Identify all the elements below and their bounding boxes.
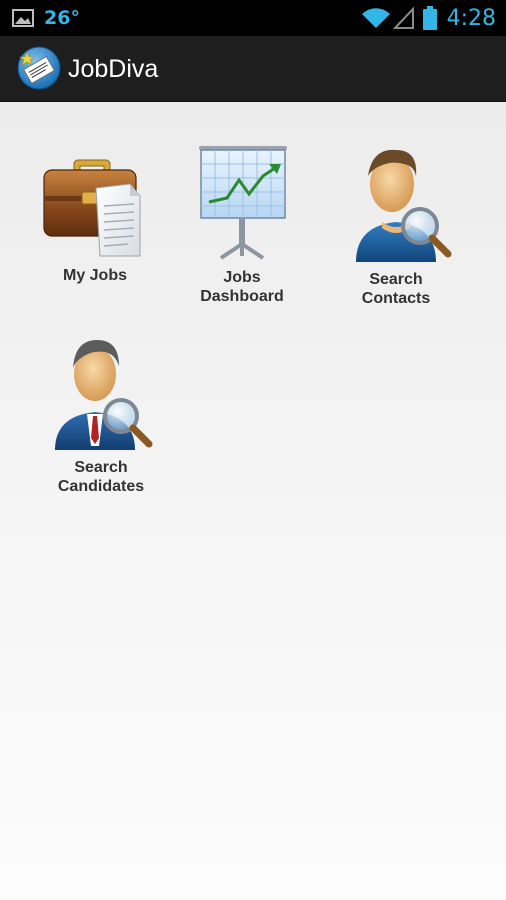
- status-right: 4:28: [361, 0, 496, 36]
- wifi-icon: [361, 8, 390, 28]
- clock: 4:28: [446, 5, 496, 31]
- app-title: JobDiva: [68, 55, 159, 83]
- tile-label: Search Candidates: [57, 459, 145, 495]
- tile-label: Jobs Dashboard: [200, 269, 284, 305]
- tile-search-candidates[interactable]: Search Candidates: [26, 334, 176, 496]
- jobdiva-logo-icon[interactable]: [17, 46, 61, 90]
- action-bar: JobDiva: [0, 36, 506, 102]
- candidate-search-icon: [55, 340, 153, 450]
- gallery-icon: [12, 9, 34, 27]
- temperature-readout: 26°: [44, 7, 80, 29]
- briefcase-icon: [43, 159, 141, 257]
- tile-my-jobs[interactable]: My Jobs: [20, 148, 170, 285]
- battery-icon: [422, 6, 437, 30]
- tile-search-contacts[interactable]: Search Contacts: [321, 142, 471, 308]
- chart-board-icon: [199, 146, 287, 260]
- tile-label: My Jobs: [62, 267, 127, 284]
- tile-jobs-dashboard[interactable]: Jobs Dashboard: [167, 144, 317, 306]
- signal-icon: [392, 6, 414, 29]
- tile-label: Search Contacts: [361, 271, 431, 307]
- contact-search-icon: [356, 149, 452, 262]
- status-left: 26°: [12, 0, 80, 36]
- dashboard-grid: My Jobs Jobs Dashboard Search Contacts S…: [0, 102, 506, 900]
- status-bar: 26° 4:28: [0, 0, 506, 36]
